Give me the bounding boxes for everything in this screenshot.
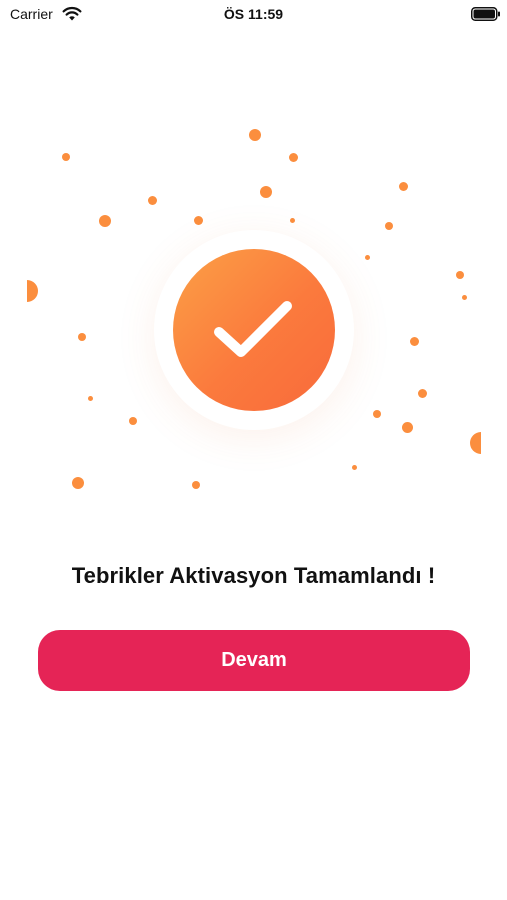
confetti-dot (385, 222, 393, 230)
status-time: ÖS 11:59 (223, 6, 284, 22)
confetti-dot (351, 464, 357, 470)
confetti-dot (78, 333, 86, 341)
checkmark-icon (214, 301, 292, 357)
success-illustration (0, 120, 507, 500)
battery-icon (471, 7, 500, 21)
confetti-dot (87, 395, 93, 401)
confetti-dot (260, 186, 272, 198)
confetti-dot (364, 254, 370, 260)
confetti-dot (27, 280, 38, 302)
confetti-dot (193, 215, 203, 225)
confetti-dot (72, 477, 84, 489)
confetti-dot (289, 217, 295, 223)
status-bar: Carrier ÖS 11:59 (0, 0, 507, 28)
continue-button[interactable]: Devam (38, 630, 470, 691)
confetti-dot (461, 294, 467, 300)
confetti-dot (129, 417, 137, 425)
success-badge (173, 249, 335, 411)
confetti-dot (401, 421, 413, 433)
confetti-dot (62, 153, 70, 161)
success-message: Tebrikler Aktivasyon Tamamlandı ! (71, 563, 436, 588)
confetti-dot (249, 129, 261, 141)
confetti-dot (456, 271, 464, 279)
confetti-dot (192, 481, 200, 489)
confetti-dot (99, 215, 111, 227)
confetti-dot (398, 181, 408, 191)
confetti-dot (147, 195, 157, 205)
confetti-dot (409, 336, 419, 346)
confetti-dot (417, 388, 427, 398)
confetti-dot (470, 432, 481, 454)
confetti-dot (373, 410, 381, 418)
confetti-dot (288, 152, 298, 162)
